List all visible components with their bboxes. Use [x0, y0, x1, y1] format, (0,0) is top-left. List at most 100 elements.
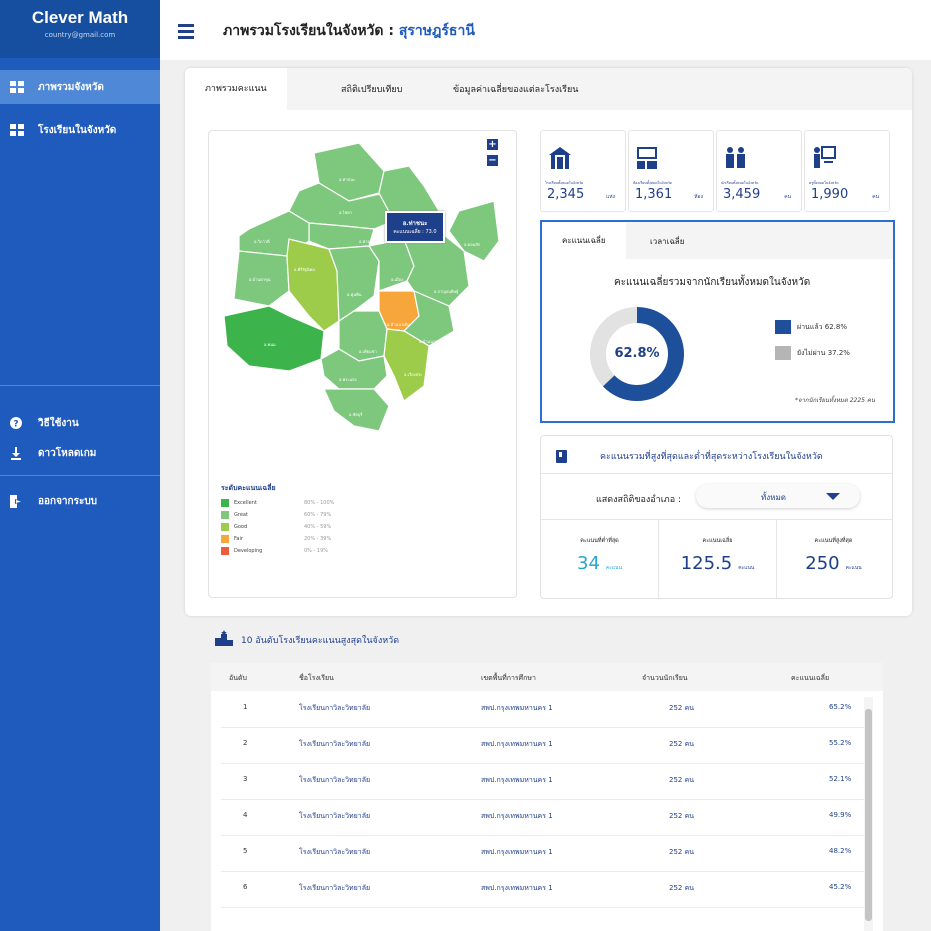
sidebar-item-download[interactable]: ดาวโหลดเกม — [0, 436, 160, 470]
table-row[interactable]: 1 โรงเรียนกาวิละวิทยาลัย สพป.กรุงเทพมหาน… — [221, 691, 865, 728]
chevron-down-icon — [826, 493, 840, 500]
tab-school-averages[interactable]: ข้อมูลค่าเฉลี่ยของแต่ละโรงเรียน — [453, 82, 578, 96]
sidebar-item-logout[interactable]: ออกจากระบบ — [0, 484, 160, 518]
zoom-in-button[interactable]: + — [487, 139, 498, 150]
teacher-icon — [811, 145, 836, 171]
scrollbar-thumb[interactable] — [865, 709, 872, 921]
app-name: Clever Math — [31, 8, 129, 27]
district-map: อ.ท่าชนะ อ.ไชยา อ.ท่าฉาง อ.ดอนสัก อ.วิภา… — [223, 142, 500, 432]
top10-heading: 10 อันดับโรงเรียนคะแนนสูงสุดในจังหวัด — [215, 630, 399, 649]
tab-statistics-compare[interactable]: สถิติเปรียบเทียบ — [341, 82, 402, 96]
district-label: อ.บ้านนาสาร — [419, 339, 443, 344]
user-email: country@gmail.com — [44, 31, 116, 39]
legend-title: ระดับคะแนนเฉลี่ย — [221, 484, 276, 492]
sidebar-item-schools[interactable]: โรงเรียนในจังหวัด — [0, 113, 160, 147]
table-row[interactable]: 2 โรงเรียนกาวิละวิทยาลัย สพป.กรุงเทพมหาน… — [221, 727, 865, 764]
sidebar-item-label: ดาวโหลดเกม — [38, 447, 97, 459]
score-range-panel: คะแนนรวมที่สูงที่สุดและต่ำที่สุดระหว่างโ… — [540, 435, 893, 599]
min-score: คะแนนที่ต่ำที่สุด 34 คะแนน — [577, 538, 622, 574]
district-label: อ.วิภาวดี — [254, 239, 270, 244]
district-label: อ.ไชยา — [339, 210, 352, 215]
average-score-panel: คะแนนเฉลี่ย เวลาเฉลี่ย คะแนนเฉลี่ยรวมจาก… — [540, 220, 895, 423]
average-note: *จากนักเรียนทั้งหมด 2225 คน — [794, 397, 875, 404]
table-scrollbar[interactable] — [864, 697, 873, 931]
max-score: คะแนนที่สูงที่สุด 250 คะแนน — [805, 538, 862, 574]
district-select[interactable]: ทั้งหมด — [696, 484, 860, 508]
zoom-out-button[interactable]: − — [487, 155, 498, 166]
donut-percent: 62.8% — [614, 346, 660, 361]
logout-icon — [10, 494, 26, 508]
overview-card: ภาพรวมคะแนน สถิติเปรียบเทียบ ข้อมูลค่าเฉ… — [185, 68, 912, 616]
average-subtitle: คะแนนเฉลี่ยรวมจากนักเรียนทั้งหมดในจังหวั… — [614, 277, 811, 288]
district-label: อ.เมือง — [391, 277, 403, 282]
average-tabs: คะแนนเฉลี่ย เวลาเฉลี่ย — [542, 222, 893, 259]
table-row[interactable]: 6 โรงเรียนกาวิละวิทยาลัย สพป.กรุงเทพมหาน… — [221, 871, 865, 908]
book-icon — [556, 449, 567, 463]
top-header: ภาพรวมโรงเรียนในจังหวัด : สุราษฎร์ธานี — [160, 0, 931, 60]
stat-value: 1,361 — [635, 187, 673, 202]
district-label: อ.พระแสง — [339, 377, 357, 382]
menu-icon[interactable] — [178, 24, 194, 42]
province-map: อ.ท่าชนะ อ.ไชยา อ.ท่าฉาง อ.ดอนสัก อ.วิภา… — [208, 130, 517, 598]
stat-card-classrooms: ห้องเรียนทั้งหมดในจังหวัด 1,361 ห้อง — [628, 130, 714, 212]
legend-item: Excellent 80% - 100% — [221, 497, 334, 509]
legend-pass: ผ่านแล้ว 62.8% — [775, 320, 847, 334]
table-row[interactable]: 5 โรงเรียนกาวิละวิทยาลัย สพป.กรุงเทพมหาน… — [221, 835, 865, 872]
download-icon — [10, 446, 26, 460]
stat-value: 2,345 — [547, 187, 585, 202]
school-icon — [547, 145, 571, 171]
stat-card-teachers: ครูทั้งหมดในจังหวัด 1,990 คน — [804, 130, 890, 212]
sidebar-item-province-overview[interactable]: ภาพรวมจังหวัด — [0, 70, 160, 104]
score-range-header: คะแนนรวมที่สูงที่สุดและต่ำที่สุดระหว่างโ… — [556, 449, 823, 463]
district-label: อ.ท่าฉาง — [359, 239, 375, 244]
district-label: อ.บ้านนาเดิม — [387, 322, 410, 327]
tab-average-time[interactable]: เวลาเฉลี่ย — [650, 235, 684, 248]
province-name: สุราษฎร์ธานี — [398, 23, 475, 39]
sidebar: Clever Math country@gmail.com ภาพรวมจังห… — [0, 0, 160, 931]
sidebar-item-label: วิธีใช้งาน — [38, 417, 79, 429]
tab-score-overview[interactable]: ภาพรวมคะแนน — [185, 68, 287, 110]
district-label: อ.ดอนสัก — [464, 242, 481, 247]
district-tooltip: อ.ท่าชนะ คะแนนเฉลี่ย : 73.0 — [385, 211, 445, 243]
sidebar-item-label: โรงเรียนในจังหวัด — [38, 124, 117, 136]
map-legend: ระดับคะแนนเฉลี่ย Excellent 80% - 100% Gre… — [221, 483, 334, 557]
sidebar-item-label: ภาพรวมจังหวัด — [38, 81, 104, 93]
dashboard-icon — [10, 124, 26, 136]
brand: Clever Math country@gmail.com — [0, 0, 160, 58]
legend-item: Fair 20% - 39% — [221, 533, 334, 545]
tab-bar: ภาพรวมคะแนน สถิติเปรียบเทียบ ข้อมูลค่าเฉ… — [185, 68, 912, 110]
help-icon: ? — [10, 417, 26, 429]
district-label: อ.ท่าชนะ — [339, 177, 355, 182]
stat-card-students: นักเรียนทั้งหมดในจังหวัด 3,459 คน — [716, 130, 802, 212]
top10-table: อันดับ ชื่อโรงเรียน เขตพื้นที่การศึกษา จ… — [211, 663, 883, 931]
svg-text:?: ? — [13, 420, 18, 430]
stat-value: 1,990 — [811, 187, 849, 202]
legend-item: Good 40% - 59% — [221, 521, 334, 533]
tab-average-score[interactable]: คะแนนเฉลี่ย — [542, 222, 626, 259]
district-label: อ.เวียงสระ — [404, 372, 422, 377]
avg-score: คะแนนเฉลี่ย 125.5 คะแนน — [658, 519, 777, 598]
sidebar-item-label: ออกจากระบบ — [38, 495, 98, 507]
page-title: ภาพรวมโรงเรียนในจังหวัด : สุราษฎร์ธานี — [223, 23, 475, 39]
stat-value: 3,459 — [723, 187, 761, 202]
legend-item: Great 60% - 79% — [221, 509, 334, 521]
district-label: อ.พนม — [264, 342, 276, 347]
dashboard-icon — [10, 81, 26, 93]
sidebar-item-help[interactable]: ? วิธีใช้งาน — [0, 406, 160, 440]
district-region — [323, 388, 390, 432]
legend-item: Developing 0% - 19% — [221, 545, 334, 557]
table-row[interactable]: 4 โรงเรียนกาวิละวิทยาลัย สพป.กรุงเทพมหาน… — [221, 799, 865, 836]
stat-card-schools: โรงเรียนทั้งหมดในจังหวัด 2,345 แห่ง — [540, 130, 626, 212]
legend-fail: ยังไม่ผ่าน 37.2% — [775, 346, 850, 360]
classroom-icon — [635, 145, 659, 171]
table-row[interactable]: 3 โรงเรียนกาวิละวิทยาลัย สพป.กรุงเทพมหาน… — [221, 763, 865, 800]
students-icon — [723, 145, 747, 171]
pass-donut-chart: 62.8% — [587, 304, 687, 404]
district-label: อ.คีรีรัฐนิคม — [294, 267, 315, 272]
table-header: อันดับ ชื่อโรงเรียน เขตพื้นที่การศึกษา จ… — [211, 663, 883, 691]
district-label: อ.เคียนซา — [359, 349, 377, 354]
district-filter-label: แสดงสถิติของอำเภอ : — [596, 495, 682, 505]
district-label: อ.กาญจนดิษฐ์ — [434, 289, 458, 294]
divider — [0, 385, 160, 386]
divider — [0, 475, 160, 476]
